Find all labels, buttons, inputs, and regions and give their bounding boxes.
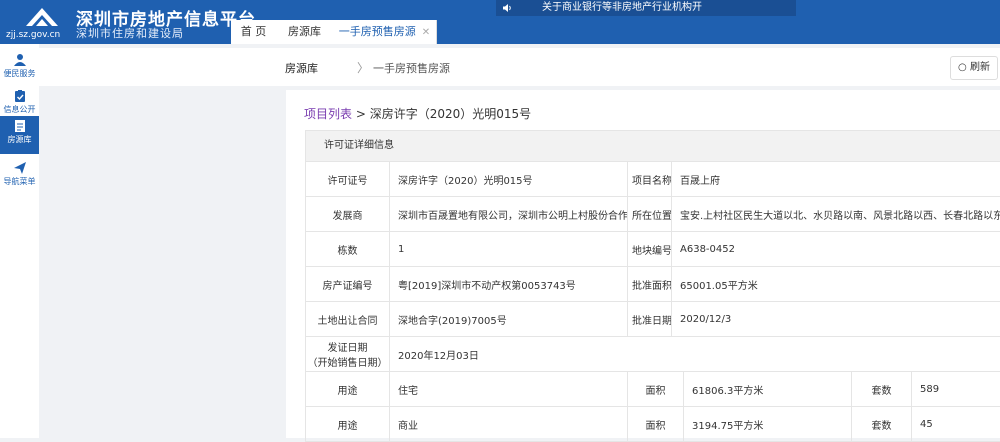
cell-value: 住宅 bbox=[390, 372, 628, 406]
sidebar-item-label: 导航菜单 bbox=[3, 177, 36, 186]
project-list-link[interactable]: 项目列表 bbox=[304, 107, 352, 121]
sidebar-item-navigation[interactable]: 导航菜单 bbox=[0, 158, 39, 194]
cell-value: 45 bbox=[920, 418, 933, 430]
cell-label: 套数 bbox=[852, 407, 912, 441]
issue-date-sublabel: （开始销售日期） bbox=[307, 358, 388, 369]
cell-label: 栋数 bbox=[306, 232, 390, 266]
cell-value: 589 bbox=[920, 383, 940, 395]
cell-label: 房产证编号 bbox=[306, 267, 390, 301]
breadcrumb-bar: 房源库 〉 一手房预售房源 ○ 刷新 bbox=[39, 48, 1000, 86]
cell-value: 宝安.上村社区民生大道以北、水贝路以南、风景北路以西、长春北路以东 bbox=[680, 210, 1000, 222]
tab-presale-listings[interactable]: 一手房预售房源 ✕ bbox=[333, 20, 437, 44]
cell-value: 2020/12/3 bbox=[680, 313, 732, 325]
sidebar: 便民服务 信息公开 房源库 导航菜单 bbox=[0, 44, 39, 438]
site-subtitle: 深圳市住房和建设局 bbox=[76, 27, 184, 40]
cell-label: 项目名称 bbox=[628, 162, 672, 196]
cell-value: 深圳市百晟置地有限公司，深圳市公明上村股份合作公司 bbox=[390, 197, 628, 231]
people-icon bbox=[13, 54, 26, 66]
permit-detail-table: 许可证详细信息 许可证号 深房许字（2020）光明015号 项目名称 百晟上府 … bbox=[305, 130, 1000, 442]
cell-label: 许可证号 bbox=[306, 162, 390, 196]
table-row: 土地出让合同 深地合字(2019)7005号 批准日期 2020/12/3 bbox=[306, 302, 1000, 337]
tab-home[interactable]: 首 页 bbox=[231, 20, 277, 44]
cell-label: 用途 bbox=[306, 372, 390, 406]
breadcrumb-separator: 〉 bbox=[357, 61, 370, 75]
sidebar-item-label: 房源库 bbox=[7, 135, 32, 144]
speaker-icon bbox=[502, 0, 512, 19]
issue-date-value: 2020年12月03日 bbox=[398, 350, 479, 362]
site-logo[interactable]: zjj.sz.gov.cn bbox=[6, 4, 68, 40]
table-row: 发证日期 （开始销售日期） 2020年12月03日 bbox=[306, 337, 1000, 372]
project-separator: > bbox=[352, 107, 370, 121]
detail-heading: 许可证详细信息 bbox=[306, 130, 1000, 162]
cell-value: 61806.3平方米 bbox=[684, 372, 852, 406]
logo-domain: zjj.sz.gov.cn bbox=[6, 30, 61, 40]
sidebar-item-services[interactable]: 便民服务 bbox=[0, 50, 39, 86]
tab-listings-label: 房源库 bbox=[288, 25, 321, 38]
cell-value: 深房许字（2020）光明015号 bbox=[390, 162, 628, 196]
cell-label: 批准日期 bbox=[628, 302, 672, 336]
table-row: 许可证号 深房许字（2020）光明015号 项目名称 百晟上府 bbox=[306, 162, 1000, 197]
cell-value: 3194.75平方米 bbox=[684, 407, 852, 441]
cell-label: 土地出让合同 bbox=[306, 302, 390, 336]
cell-value: 65001.05平方米 bbox=[680, 280, 758, 292]
cell-label: 发展商 bbox=[306, 197, 390, 231]
refresh-icon: ○ bbox=[958, 62, 967, 73]
tab-presale-label: 一手房预售房源 bbox=[338, 25, 416, 38]
cell-value: 商业 bbox=[390, 407, 628, 441]
cell-value: 粤[2019]深圳市不动产权第0053743号 bbox=[390, 267, 628, 301]
cell-value: 1 bbox=[390, 232, 628, 266]
cell-value: 百晟上府 bbox=[680, 175, 720, 187]
cell-label: 用途 bbox=[306, 407, 390, 441]
cell-label: 面积 bbox=[628, 407, 684, 441]
sidebar-item-label: 信息公开 bbox=[3, 105, 36, 114]
permit-number-title: 深房许字（2020）光明015号 bbox=[369, 107, 532, 121]
logo-roof-icon bbox=[26, 8, 58, 26]
refresh-button[interactable]: ○ 刷新 bbox=[950, 56, 998, 80]
breadcrumb-root[interactable]: 房源库 bbox=[285, 60, 318, 76]
clipboard-icon bbox=[14, 90, 25, 102]
cell-value: A638-0452 bbox=[680, 243, 735, 255]
project-breadcrumb: 项目列表 > 深房许字（2020）光明015号 bbox=[304, 105, 531, 122]
tab-listings[interactable]: 房源库 bbox=[276, 20, 334, 44]
cell-value: 深地合字(2019)7005号 bbox=[390, 302, 628, 336]
notice-text[interactable]: 关于商业银行等非房地产行业机构开 bbox=[542, 0, 702, 16]
cell-label: 批准面积 bbox=[628, 267, 672, 301]
close-icon[interactable]: ✕ bbox=[422, 27, 430, 38]
table-row: 用途 商业 面积 3194.75平方米 套数 45 bbox=[306, 407, 1000, 442]
cell-label: 所在位置 bbox=[628, 197, 672, 231]
sidebar-item-listings[interactable]: 房源库 bbox=[0, 116, 39, 154]
notice-ticker[interactable]: 关于商业银行等非房地产行业机构开 bbox=[496, 0, 796, 16]
tab-home-label: 首 页 bbox=[240, 25, 267, 38]
table-row: 栋数 1 地块编号 A638-0452 bbox=[306, 232, 1000, 267]
table-row: 房产证编号 粤[2019]深圳市不动产权第0053743号 批准面积 65001… bbox=[306, 267, 1000, 302]
top-header: zjj.sz.gov.cn 深圳市房地产信息平台 深圳市住房和建设局 关于商业银… bbox=[0, 0, 1000, 44]
issue-date-label: 发证日期 bbox=[327, 343, 368, 354]
cell-label: 地块编号 bbox=[628, 232, 672, 266]
send-icon bbox=[13, 162, 26, 174]
sidebar-item-label: 便民服务 bbox=[3, 69, 36, 78]
table-row: 用途 住宅 面积 61806.3平方米 套数 589 bbox=[306, 372, 1000, 407]
main-content: 项目列表 > 深房许字（2020）光明015号 许可证详细信息 许可证号 深房许… bbox=[286, 90, 1000, 442]
document-icon bbox=[14, 120, 25, 132]
breadcrumb-current: 一手房预售房源 bbox=[373, 62, 450, 75]
table-row: 发展商 深圳市百晟置地有限公司，深圳市公明上村股份合作公司 所在位置 宝安.上村… bbox=[306, 197, 1000, 232]
cell-label: 发证日期 （开始销售日期） bbox=[306, 337, 390, 371]
cell-label: 面积 bbox=[628, 372, 684, 406]
refresh-label: 刷新 bbox=[969, 62, 990, 73]
cell-label: 套数 bbox=[852, 372, 912, 406]
